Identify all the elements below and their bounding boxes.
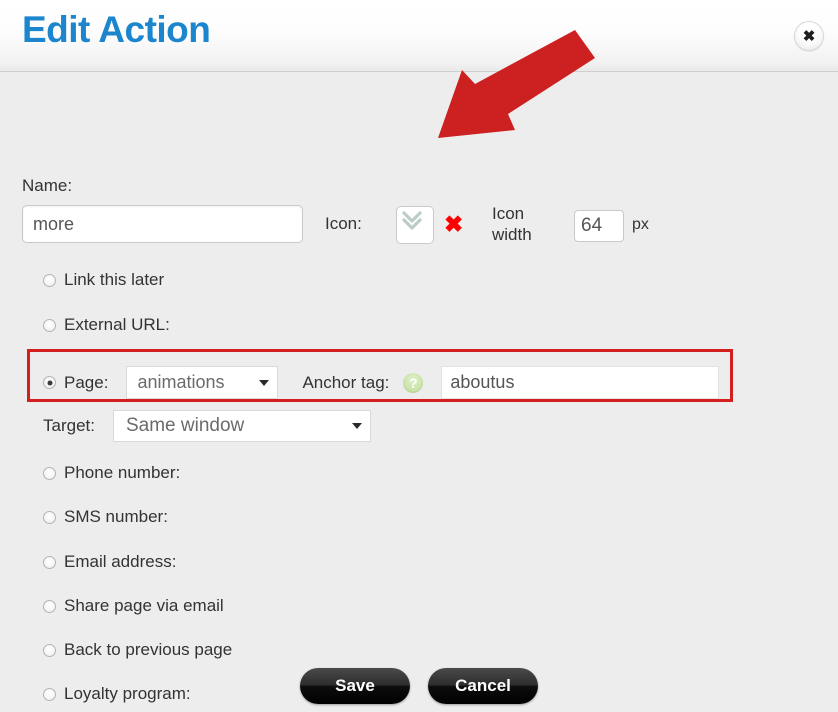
page-select[interactable]: animations [126, 366, 279, 399]
page-row: Page: animations Anchor tag: ? [43, 366, 720, 399]
help-icon[interactable]: ? [403, 372, 424, 393]
radio-row-sms-number[interactable]: SMS number: [43, 507, 168, 527]
delete-icon-button[interactable]: ✖ [444, 213, 463, 236]
page-title: Edit Action [22, 9, 211, 50]
close-icon: ✖ [802, 27, 816, 45]
icon-width-unit-label: px [632, 216, 649, 233]
icon-label: Icon: [325, 214, 362, 233]
radio-label-external-url: External URL: [64, 315, 170, 334]
radio-label-back-to-previous-page: Back to previous page [64, 640, 233, 659]
target-label: Target: [43, 416, 95, 435]
save-button[interactable]: Save [300, 668, 410, 704]
radio-email-address[interactable] [43, 555, 56, 569]
radio-label-page: Page: [64, 372, 109, 392]
radio-row-email-address[interactable]: Email address: [43, 552, 176, 572]
chevron-down-icon [351, 423, 362, 429]
dialog-header: Edit Action ✖ [0, 0, 838, 72]
radio-row-phone-number[interactable]: Phone number: [43, 463, 180, 483]
double-chevron-down-icon [402, 211, 422, 230]
radio-label-link-later: Link this later [64, 270, 165, 289]
target-row: Target: Same window [43, 410, 371, 442]
name-label: Name: [22, 176, 73, 195]
anchor-tag-input[interactable] [441, 366, 720, 399]
radio-share-page-via-email[interactable] [43, 599, 56, 613]
radio-row-link-later[interactable]: Link this later [43, 270, 164, 290]
radio-sms-number[interactable] [43, 510, 56, 524]
radio-phone-number[interactable] [43, 466, 56, 480]
cancel-button[interactable]: Cancel [428, 668, 538, 704]
radio-row-external-url[interactable]: External URL: [43, 315, 170, 335]
dialog-body: Name: Icon: ✖ Icon width px Link this la… [0, 72, 838, 712]
anchor-tag-label: Anchor tag: [302, 372, 390, 392]
radio-label-phone-number: Phone number: [64, 463, 181, 482]
radio-link-later[interactable] [43, 273, 56, 287]
radio-label-sms-number: SMS number: [64, 507, 168, 526]
icon-width-label: Icon width [492, 204, 532, 244]
icon-picker-button[interactable] [396, 206, 434, 244]
target-select[interactable]: Same window [112, 410, 371, 442]
radio-label-email-address: Email address: [64, 552, 177, 571]
chevron-down-icon [259, 379, 270, 386]
icon-width-input[interactable] [574, 210, 624, 242]
radio-label-share-page-via-email: Share page via email [64, 596, 224, 615]
dialog-footer: Save Cancel [0, 668, 838, 704]
radio-page[interactable] [43, 376, 56, 389]
radio-row-share-page-via-email[interactable]: Share page via email [43, 596, 224, 616]
radio-row-back-to-previous-page[interactable]: Back to previous page [43, 640, 232, 660]
target-select-value: Same window [125, 415, 245, 436]
radio-external-url[interactable] [43, 318, 56, 332]
radio-back-to-previous-page[interactable] [43, 643, 56, 657]
close-button[interactable]: ✖ [795, 22, 823, 50]
name-input[interactable] [22, 205, 303, 243]
page-select-value: animations [137, 372, 225, 392]
